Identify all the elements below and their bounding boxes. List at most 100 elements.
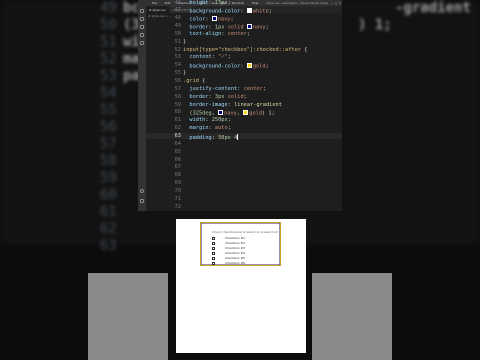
line-number: 53 [174,54,181,61]
line-number: 60 [174,109,181,116]
line-number: 59 [174,101,181,108]
line-number: 46 [174,0,181,6]
code-line[interactable]: justify-content: center; [183,86,266,92]
line-number: 70 [174,187,181,194]
explorer-icon[interactable] [140,9,144,13]
line-number: 66 [174,156,181,163]
checkbox-row[interactable]: Checkbox #5 [212,256,245,260]
code-line[interactable]: margin: auto; [183,125,231,131]
line-number: 71 [174,195,181,202]
maximize-icon[interactable]: □ [335,1,337,5]
line-number: 57 [174,85,181,92]
backdrop-line-number: 50 [100,17,117,33]
backdrop-line-number: 53 [100,68,117,84]
code-line[interactable]: content: "✓"; [183,55,231,61]
backdrop-line-number: 56 [100,119,117,135]
code-line[interactable]: border: 1px solid navy; [183,24,269,31]
checkbox[interactable] [212,241,215,245]
checkbox[interactable] [212,246,215,250]
backdrop-code: -gradient [395,0,471,16]
menu-file[interactable]: File [152,1,157,5]
line-number: 61 [174,117,181,124]
code-line[interactable]: color: navy; [183,16,234,23]
backdrop-line-number: 49 [100,0,117,16]
code-line[interactable]: border: 3px solid; [183,94,246,100]
code-line[interactable]: height: 15px; [183,0,231,6]
source-control-icon[interactable] [140,25,144,29]
checkbox-label: Checkbox #1 [225,236,246,240]
backdrop-line-number: 52 [100,51,117,67]
code-line[interactable]: .grid { [183,78,205,84]
code-line[interactable]: text-align: center; [183,31,250,37]
checkbox[interactable] [212,251,215,255]
backdrop-line-number: 63 [100,238,117,254]
line-number: 72 [174,203,181,210]
backdrop-line-number: 54 [100,85,117,101]
code-line[interactable]: border-image: linear-gradient [183,102,282,108]
line-number: 65 [174,148,181,155]
line-number: 58 [174,93,181,100]
backdrop-line-number: 51 [100,34,117,50]
checkbox[interactable] [212,236,215,240]
minimize-icon[interactable]: – [331,1,333,5]
code-line[interactable]: background-color: white; [183,8,272,15]
backdrop-line-number: 60 [100,187,117,203]
checkbox-row[interactable]: Checkbox #1 [212,236,245,240]
line-number: 52 [174,46,181,53]
line-number: 63 [174,132,181,139]
checkbox-label: Checkbox #5 [225,256,246,260]
backdrop-line-number: 55 [100,102,117,118]
line-number: 67 [174,164,181,171]
line-number: 49 [174,23,181,30]
backdrop-line-number: 59 [100,170,117,186]
checkbox-label: Checkbox #4 [225,251,246,255]
activity-bar [138,6,146,211]
checkbox-row[interactable]: Checkbox #6 [212,261,245,265]
extensions-icon[interactable] [140,41,144,45]
backdrop-code: ) 1; [358,17,392,33]
line-number: 47 [174,7,181,14]
run-debug-icon[interactable] [140,33,144,37]
checkbox[interactable] [212,261,215,265]
line-number: 56 [174,78,181,84]
line-number: 69 [174,180,181,187]
close-icon[interactable]: ✕ [339,1,341,5]
backdrop-panel-left [88,273,168,360]
checkbox-row[interactable]: Checkbox #2 [212,241,245,245]
search-icon[interactable] [140,17,144,21]
backdrop-panel-right [312,273,392,360]
backdrop-line-number: 58 [100,153,117,169]
code-line[interactable]: } [183,70,186,76]
code-line[interactable]: input[type="checkbox"]:checked::after { [183,47,307,53]
code-line[interactable]: background-color: gold; [183,63,269,70]
line-number: 64 [174,140,181,147]
code-editor-window: File Edit Selection View Go Run Terminal Help s… [138,0,342,211]
checkbox-grid: Check checkbox(es) & Select & Unselect A… [200,222,281,266]
line-number: 55 [174,70,181,77]
code-line[interactable]: (325deg, navy, gold) 1; [183,110,275,117]
checkbox-label: Checkbox #2 [225,241,246,245]
window-title: style.css - examples - Visual Studio Cod… [266,1,328,5]
line-number: 48 [174,15,181,22]
browser-preview: Check checkbox(es) & Select & Unselect A… [176,219,306,353]
account-icon[interactable] [140,189,144,193]
backdrop-line-number: 57 [100,136,117,152]
menu-help[interactable]: Help [252,1,259,5]
code-line[interactable]: padding: 50px 4 [183,133,239,141]
gear-icon[interactable] [140,199,144,203]
checkbox-row[interactable]: Checkbox #3 [212,246,245,250]
line-number: 54 [174,62,181,69]
menu-terminal[interactable]: Terminal [231,1,244,5]
checkbox-label: Checkbox #6 [225,261,246,265]
checkbox[interactable] [212,256,215,260]
line-number: 62 [174,125,181,132]
checkbox-label: Checkbox #3 [225,246,246,250]
line-number: 68 [174,172,181,179]
checkbox-row[interactable]: Checkbox #4 [212,251,245,255]
line-number: 51 [174,38,181,45]
grid-heading: Check checkbox(es) & Select & Unselect A… [212,230,278,234]
code-line[interactable]: } [183,39,186,45]
backdrop-line-number: 61 [100,204,117,220]
code-line[interactable]: width: 250px; [183,117,231,123]
line-number: 50 [174,30,181,37]
